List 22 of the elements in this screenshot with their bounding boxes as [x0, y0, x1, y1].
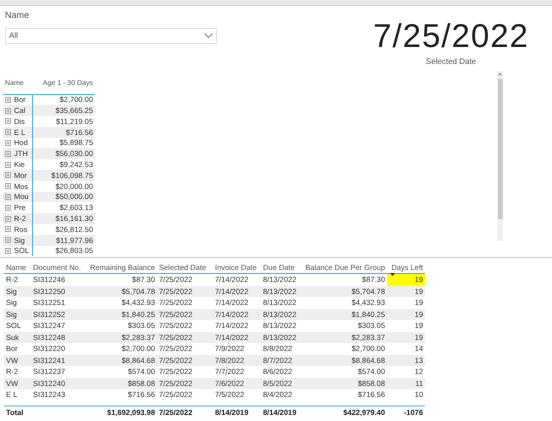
slicer-label: Name — [5, 9, 30, 22]
expand-icon[interactable] — [5, 140, 11, 146]
expand-icon[interactable] — [5, 248, 11, 254]
expand-icon[interactable] — [5, 194, 11, 200]
expand-icon[interactable] — [5, 204, 11, 211]
chevron-down-icon — [204, 33, 213, 38]
expand-icon[interactable] — [5, 237, 11, 244]
expand-icon[interactable] — [5, 129, 11, 136]
expand-icon[interactable] — [5, 183, 11, 190]
expand-icon[interactable] — [5, 172, 11, 178]
expand-icon[interactable] — [5, 150, 11, 157]
scroll-up-icon[interactable] — [498, 73, 502, 76]
expand-icon[interactable] — [5, 118, 11, 124]
slicer-dropdown[interactable]: All — [5, 28, 217, 44]
scrollbar[interactable] — [497, 71, 503, 241]
expand-icon[interactable] — [5, 216, 11, 222]
expand-icon[interactable] — [5, 96, 11, 103]
expand-icon[interactable] — [5, 162, 11, 168]
expand-icon[interactable] — [5, 108, 11, 114]
date-card-label: Selected Date — [426, 56, 476, 68]
expand-icon[interactable] — [5, 226, 11, 232]
date-card-value: 7/25/2022 — [373, 18, 529, 54]
